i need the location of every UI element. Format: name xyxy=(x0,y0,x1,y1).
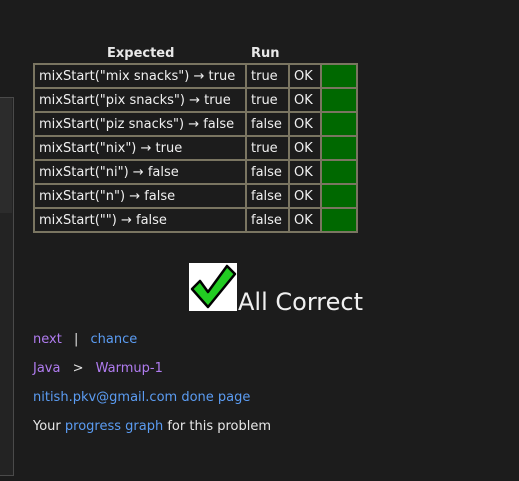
status-cell: OK xyxy=(288,111,322,137)
breadcrumb-warmup-link[interactable]: Warmup-1 xyxy=(96,361,163,376)
pass-indicator xyxy=(320,111,358,137)
expected-cell: mixStart("ni") → false xyxy=(33,159,247,185)
table-row: mixStart("pix snacks") → true true OK xyxy=(33,87,358,113)
expected-cell: mixStart("") → false xyxy=(33,207,247,233)
user-links: nitish.pkv@gmail.com done page xyxy=(33,390,250,405)
check-icon xyxy=(189,263,237,311)
pass-indicator xyxy=(320,63,358,89)
table-header: Expected Run xyxy=(33,46,358,63)
nav-links: next | chance xyxy=(33,332,137,347)
expected-cell: mixStart("n") → false xyxy=(33,183,247,209)
expected-cell: mixStart("piz snacks") → false xyxy=(33,111,247,137)
table-row: mixStart("piz snacks") → false false OK xyxy=(33,111,358,137)
progress-prefix: Your xyxy=(33,419,61,434)
expected-header: Expected xyxy=(107,46,175,61)
status-cell: OK xyxy=(288,207,322,233)
table-row: mixStart("nix") → true true OK xyxy=(33,135,358,161)
user-email-link[interactable]: nitish.pkv@gmail.com xyxy=(33,390,177,405)
done-page-link[interactable]: done page xyxy=(181,390,250,405)
expected-cell: mixStart("nix") → true xyxy=(33,135,247,161)
run-cell: true xyxy=(245,135,290,161)
pass-indicator xyxy=(320,87,358,113)
status-cell: OK xyxy=(288,135,322,161)
next-link[interactable]: next xyxy=(33,332,62,347)
results-table: mixStart("mix snacks") → true true OK mi… xyxy=(33,63,358,233)
expected-cell: mixStart("pix snacks") → true xyxy=(33,87,247,113)
run-cell: false xyxy=(245,159,290,185)
progress-graph-link[interactable]: progress graph xyxy=(65,419,163,434)
progress-suffix: for this problem xyxy=(167,419,272,434)
progress-line: Your progress graph for this problem xyxy=(33,419,271,434)
breadcrumb-arrow: > xyxy=(72,361,84,376)
pass-indicator xyxy=(320,207,358,233)
table-row: mixStart("n") → false false OK xyxy=(33,183,358,209)
pass-indicator xyxy=(320,183,358,209)
pass-indicator xyxy=(320,159,358,185)
run-cell: false xyxy=(245,111,290,137)
run-cell: true xyxy=(245,63,290,89)
run-cell: true xyxy=(245,87,290,113)
chance-link[interactable]: chance xyxy=(90,332,137,347)
status-cell: OK xyxy=(288,183,322,209)
status-cell: OK xyxy=(288,87,322,113)
table-row: mixStart("ni") → false false OK xyxy=(33,159,358,185)
verdict-text: All Correct xyxy=(238,288,363,316)
left-side-panel xyxy=(0,97,14,476)
breadcrumb: Java > Warmup-1 xyxy=(33,361,163,376)
pass-indicator xyxy=(320,135,358,161)
run-cell: false xyxy=(245,207,290,233)
test-results: Expected Run mixStart("mix snacks") → tr… xyxy=(33,46,358,233)
run-cell: false xyxy=(245,183,290,209)
status-cell: OK xyxy=(288,63,322,89)
expected-cell: mixStart("mix snacks") → true xyxy=(33,63,247,89)
left-panel-scroll-region xyxy=(0,98,12,213)
nav-separator: | xyxy=(73,332,79,347)
table-row: mixStart("mix snacks") → true true OK xyxy=(33,63,358,89)
table-row: mixStart("") → false false OK xyxy=(33,207,358,233)
status-cell: OK xyxy=(288,159,322,185)
breadcrumb-java-link[interactable]: Java xyxy=(33,361,60,376)
run-header: Run xyxy=(251,46,280,61)
